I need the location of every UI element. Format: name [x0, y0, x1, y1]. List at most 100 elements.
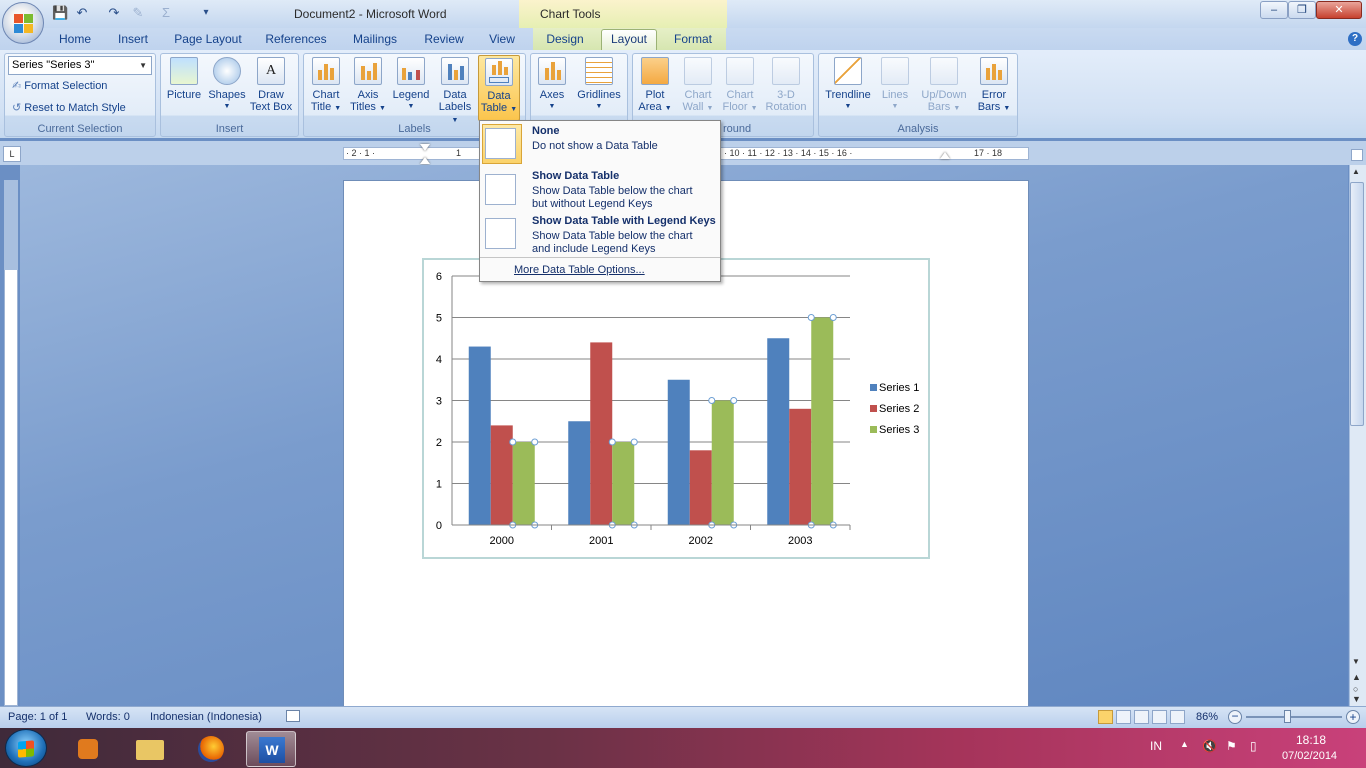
- zoom-in-icon[interactable]: +: [1346, 710, 1360, 724]
- zoom-out-icon[interactable]: −: [1228, 710, 1242, 724]
- plot-area-label-2: Area: [638, 101, 662, 113]
- up-down-bars-button[interactable]: Up/Down Bars ▼: [916, 57, 972, 115]
- zoom-level[interactable]: 86%: [1196, 711, 1218, 723]
- scrollbar-thumb[interactable]: [1350, 182, 1364, 426]
- tab-format[interactable]: Format: [666, 30, 720, 50]
- tab-references[interactable]: References: [260, 30, 332, 50]
- volume-icon[interactable]: 🔇: [1202, 739, 1217, 753]
- tab-home[interactable]: Home: [52, 30, 98, 50]
- close-button[interactable]: ✕: [1316, 1, 1362, 19]
- lines-button[interactable]: Lines ▼: [876, 57, 914, 113]
- taskbar-word[interactable]: W: [246, 731, 296, 767]
- chart-elements-dropdown[interactable]: Series "Series 3" ▼: [8, 56, 152, 75]
- tab-design[interactable]: Design: [538, 30, 592, 50]
- tab-view[interactable]: View: [482, 30, 522, 50]
- chevron-down-icon: ▼: [664, 105, 672, 112]
- minimize-button[interactable]: –: [1260, 1, 1288, 19]
- select-browse-object-icon[interactable]: ○: [1353, 684, 1358, 694]
- chart-wall-button[interactable]: Chart Wall ▼: [678, 57, 718, 115]
- maximize-button[interactable]: ❐: [1288, 1, 1316, 19]
- office-button[interactable]: [2, 2, 44, 44]
- data-labels-button[interactable]: Data Labels ▼: [434, 57, 476, 127]
- chart-floor-button[interactable]: Chart Floor ▼: [720, 57, 760, 115]
- taskbar-media-player[interactable]: [62, 731, 112, 767]
- gridlines-label: Gridlines: [577, 89, 621, 101]
- tab-mailings[interactable]: Mailings: [346, 30, 404, 50]
- chart-title-button[interactable]: Chart Title ▼: [306, 57, 346, 115]
- plot-area-button[interactable]: Plot Area ▼: [634, 57, 676, 115]
- menu-item-show-data-table-legend-keys[interactable]: Show Data Table with Legend Keys Show Da…: [480, 213, 720, 257]
- menu-item-none[interactable]: None Do not show a Data Table: [480, 121, 720, 167]
- chevron-down-icon: ▼: [844, 103, 852, 110]
- format-selection-button[interactable]: ✍ Format Selection: [12, 79, 107, 92]
- full-screen-reading-icon[interactable]: [1116, 710, 1131, 724]
- customize-qat-icon[interactable]: ▾: [198, 5, 214, 21]
- tab-selector-icon[interactable]: L: [3, 146, 21, 162]
- save-icon[interactable]: 💾: [52, 5, 68, 21]
- data-table-label-2: Table: [480, 102, 508, 114]
- outline-view-icon[interactable]: [1152, 710, 1167, 724]
- error-bars-button[interactable]: Error Bars ▼: [974, 57, 1014, 115]
- format-painter-icon[interactable]: ✎: [130, 5, 146, 21]
- right-indent-marker[interactable]: [940, 152, 950, 159]
- chart-wall-label: Chart: [684, 89, 712, 101]
- taskbar-firefox[interactable]: [186, 731, 236, 767]
- undo-icon[interactable]: ↶: [74, 5, 90, 21]
- scroll-up-icon[interactable]: ▲: [1352, 167, 1360, 176]
- reset-to-match-style-button[interactable]: ↺ Reset to Match Style: [12, 101, 126, 114]
- chevron-down-icon: ▼: [891, 103, 899, 110]
- legend-button[interactable]: Legend ▼: [390, 57, 432, 113]
- taskbar-explorer[interactable]: [124, 731, 174, 767]
- tab-page-layout[interactable]: Page Layout: [170, 30, 246, 50]
- show-hidden-icons-icon[interactable]: ▲: [1180, 739, 1189, 749]
- next-page-icon[interactable]: ▼: [1352, 694, 1361, 704]
- data-labels-label-2: Labels: [438, 101, 472, 113]
- picture-button[interactable]: Picture: [164, 57, 204, 101]
- 3d-rotation-icon: [772, 57, 800, 85]
- hanging-indent-marker[interactable]: [420, 157, 430, 164]
- previous-page-icon[interactable]: ▲: [1352, 672, 1361, 682]
- redo-icon[interactable]: ↷: [106, 5, 122, 21]
- chart-floor-icon: [726, 57, 754, 85]
- show-desc-1: Show Data Table below the chart: [532, 185, 693, 197]
- start-button[interactable]: [5, 729, 47, 767]
- input-language[interactable]: IN: [1150, 739, 1162, 753]
- menu-item-more-options[interactable]: More Data Table Options...: [480, 259, 720, 281]
- chart[interactable]: 0123456 2000 2001 2002 2003 Series 1Series …: [424, 260, 928, 557]
- language-indicator[interactable]: Indonesian (Indonesia): [150, 711, 262, 723]
- battery-icon[interactable]: ▯: [1250, 739, 1257, 753]
- action-center-flag-icon[interactable]: ⚑: [1226, 739, 1237, 753]
- tab-insert[interactable]: Insert: [110, 30, 156, 50]
- page-count[interactable]: Page: 1 of 1: [8, 711, 67, 723]
- gridlines-button[interactable]: Gridlines ▼: [574, 57, 624, 113]
- data-table-button[interactable]: Data Table ▼: [478, 55, 520, 121]
- plot-area-label: Plot: [645, 89, 665, 101]
- axes-button[interactable]: Axes ▼: [532, 57, 572, 113]
- group-label: Analysis: [897, 123, 939, 135]
- clock-time[interactable]: 18:18: [1296, 733, 1326, 747]
- trendline-button[interactable]: Trendline ▼: [822, 57, 874, 113]
- view-ruler-icon[interactable]: [1351, 149, 1363, 161]
- chart-legend: Series 1 Series 2 Series 3: [870, 382, 919, 436]
- draw-text-box-button[interactable]: A Draw Text Box: [248, 57, 294, 113]
- menu-item-show-data-table[interactable]: Show Data Table Show Data Table below th…: [480, 167, 720, 213]
- y-tick-label: 1: [436, 479, 442, 491]
- macro-record-icon[interactable]: [286, 710, 300, 722]
- draft-view-icon[interactable]: [1170, 710, 1185, 724]
- zoom-slider-track[interactable]: [1246, 716, 1342, 718]
- 3d-rotation-button[interactable]: 3-D Rotation: [762, 57, 810, 113]
- web-layout-icon[interactable]: [1134, 710, 1149, 724]
- shapes-button[interactable]: Shapes ▼: [206, 57, 248, 113]
- word-count[interactable]: Words: 0: [86, 711, 130, 723]
- axis-titles-button[interactable]: Axis Titles ▼: [348, 57, 388, 115]
- first-line-indent-marker[interactable]: [420, 144, 430, 151]
- print-layout-view-icon[interactable]: [1098, 710, 1113, 724]
- tab-review[interactable]: Review: [418, 30, 470, 50]
- chart-title-icon: [312, 57, 340, 85]
- tab-layout[interactable]: Layout: [601, 29, 657, 51]
- clock-date[interactable]: 07/02/2014: [1282, 750, 1337, 762]
- scroll-down-icon[interactable]: ▼: [1352, 657, 1360, 666]
- sum-icon[interactable]: Σ: [158, 5, 174, 21]
- zoom-slider-thumb[interactable]: [1284, 710, 1292, 723]
- help-icon[interactable]: ?: [1348, 32, 1362, 46]
